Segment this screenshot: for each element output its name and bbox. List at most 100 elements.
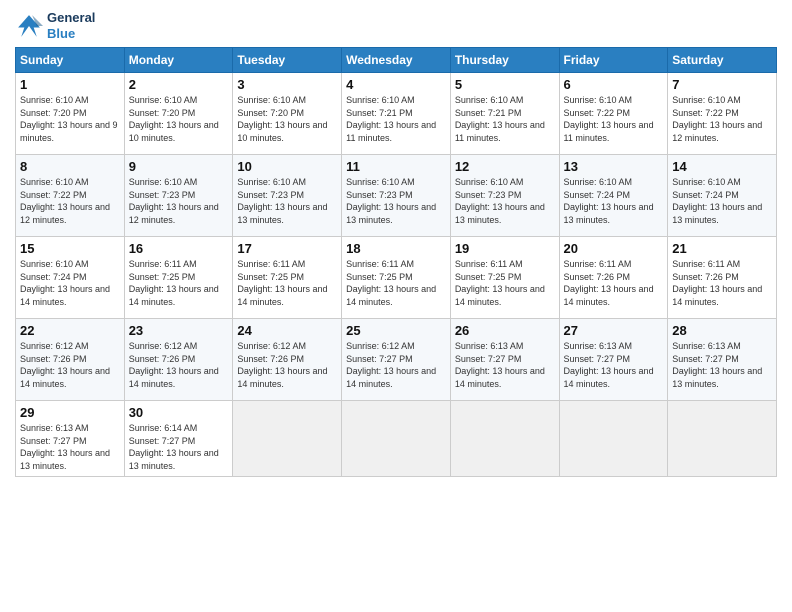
day-number: 27 bbox=[564, 323, 664, 338]
day-detail: Sunrise: 6:10 AMSunset: 7:24 PMDaylight:… bbox=[564, 176, 664, 226]
day-detail: Sunrise: 6:10 AMSunset: 7:21 PMDaylight:… bbox=[455, 94, 555, 144]
calendar-cell: 8 Sunrise: 6:10 AMSunset: 7:22 PMDaylight… bbox=[16, 155, 125, 237]
calendar-cell: 28 Sunrise: 6:13 AMSunset: 7:27 PMDayligh… bbox=[668, 319, 777, 401]
logo-icon bbox=[15, 12, 43, 40]
calendar-cell: 1 Sunrise: 6:10 AMSunset: 7:20 PMDaylight… bbox=[16, 73, 125, 155]
day-number: 9 bbox=[129, 159, 229, 174]
day-number: 19 bbox=[455, 241, 555, 256]
day-detail: Sunrise: 6:10 AMSunset: 7:23 PMDaylight:… bbox=[129, 176, 229, 226]
day-number: 24 bbox=[237, 323, 337, 338]
calendar-cell: 3 Sunrise: 6:10 AMSunset: 7:20 PMDaylight… bbox=[233, 73, 342, 155]
day-number: 11 bbox=[346, 159, 446, 174]
day-detail: Sunrise: 6:12 AMSunset: 7:26 PMDaylight:… bbox=[237, 340, 337, 390]
day-detail: Sunrise: 6:10 AMSunset: 7:22 PMDaylight:… bbox=[672, 94, 772, 144]
day-detail: Sunrise: 6:11 AMSunset: 7:26 PMDaylight:… bbox=[564, 258, 664, 308]
logo: General Blue bbox=[15, 10, 95, 41]
day-detail: Sunrise: 6:10 AMSunset: 7:23 PMDaylight:… bbox=[237, 176, 337, 226]
day-number: 5 bbox=[455, 77, 555, 92]
calendar-cell: 9 Sunrise: 6:10 AMSunset: 7:23 PMDaylight… bbox=[124, 155, 233, 237]
day-detail: Sunrise: 6:10 AMSunset: 7:23 PMDaylight:… bbox=[455, 176, 555, 226]
week-row-2: 8 Sunrise: 6:10 AMSunset: 7:22 PMDaylight… bbox=[16, 155, 777, 237]
day-number: 22 bbox=[20, 323, 120, 338]
calendar-cell: 6Sunrise: 6:10 AMSunset: 7:22 PMDaylight… bbox=[559, 73, 668, 155]
day-number: 4 bbox=[346, 77, 446, 92]
day-detail: Sunrise: 6:13 AMSunset: 7:27 PMDaylight:… bbox=[455, 340, 555, 390]
day-detail: Sunrise: 6:13 AMSunset: 7:27 PMDaylight:… bbox=[20, 422, 120, 472]
col-header-saturday: Saturday bbox=[668, 48, 777, 73]
day-detail: Sunrise: 6:10 AMSunset: 7:24 PMDaylight:… bbox=[20, 258, 120, 308]
calendar-cell: 24 Sunrise: 6:12 AMSunset: 7:26 PMDayligh… bbox=[233, 319, 342, 401]
calendar-cell: 17Sunrise: 6:11 AMSunset: 7:25 PMDayligh… bbox=[233, 237, 342, 319]
week-row-5: 29 Sunrise: 6:13 AMSunset: 7:27 PMDayligh… bbox=[16, 401, 777, 476]
calendar-cell: 13Sunrise: 6:10 AMSunset: 7:24 PMDayligh… bbox=[559, 155, 668, 237]
calendar-cell: 19 Sunrise: 6:11 AMSunset: 7:25 PMDayligh… bbox=[450, 237, 559, 319]
day-detail: Sunrise: 6:10 AMSunset: 7:22 PMDaylight:… bbox=[564, 94, 664, 144]
calendar-cell: 20 Sunrise: 6:11 AMSunset: 7:26 PMDayligh… bbox=[559, 237, 668, 319]
page: General Blue SundayMondayTuesdayWednesda… bbox=[0, 0, 792, 612]
day-number: 29 bbox=[20, 405, 120, 420]
calendar-cell bbox=[233, 401, 342, 476]
day-number: 21 bbox=[672, 241, 772, 256]
calendar-cell: 14Sunrise: 6:10 AMSunset: 7:24 PMDayligh… bbox=[668, 155, 777, 237]
day-detail: Sunrise: 6:10 AMSunset: 7:24 PMDaylight:… bbox=[672, 176, 772, 226]
day-detail: Sunrise: 6:10 AMSunset: 7:22 PMDaylight:… bbox=[20, 176, 120, 226]
day-detail: Sunrise: 6:11 AMSunset: 7:25 PMDaylight:… bbox=[455, 258, 555, 308]
day-number: 10 bbox=[237, 159, 337, 174]
day-number: 8 bbox=[20, 159, 120, 174]
calendar-cell: 12 Sunrise: 6:10 AMSunset: 7:23 PMDayligh… bbox=[450, 155, 559, 237]
calendar-cell: 11 Sunrise: 6:10 AMSunset: 7:23 PMDayligh… bbox=[342, 155, 451, 237]
day-number: 28 bbox=[672, 323, 772, 338]
day-number: 7 bbox=[672, 77, 772, 92]
day-detail: Sunrise: 6:10 AMSunset: 7:21 PMDaylight:… bbox=[346, 94, 446, 144]
calendar-cell: 7 Sunrise: 6:10 AMSunset: 7:22 PMDaylight… bbox=[668, 73, 777, 155]
day-number: 18 bbox=[346, 241, 446, 256]
day-detail: Sunrise: 6:12 AMSunset: 7:26 PMDaylight:… bbox=[129, 340, 229, 390]
day-number: 2 bbox=[129, 77, 229, 92]
calendar-cell: 21 Sunrise: 6:11 AMSunset: 7:26 PMDayligh… bbox=[668, 237, 777, 319]
calendar-cell: 4 Sunrise: 6:10 AMSunset: 7:21 PMDaylight… bbox=[342, 73, 451, 155]
calendar-cell: 22 Sunrise: 6:12 AMSunset: 7:26 PMDayligh… bbox=[16, 319, 125, 401]
day-detail: Sunrise: 6:10 AMSunset: 7:20 PMDaylight:… bbox=[237, 94, 337, 144]
day-detail: Sunrise: 6:13 AMSunset: 7:27 PMDaylight:… bbox=[672, 340, 772, 390]
calendar-cell: 10 Sunrise: 6:10 AMSunset: 7:23 PMDayligh… bbox=[233, 155, 342, 237]
day-detail: Sunrise: 6:11 AMSunset: 7:26 PMDaylight:… bbox=[672, 258, 772, 308]
day-number: 23 bbox=[129, 323, 229, 338]
calendar-cell bbox=[668, 401, 777, 476]
col-header-monday: Monday bbox=[124, 48, 233, 73]
week-row-3: 15 Sunrise: 6:10 AMSunset: 7:24 PMDayligh… bbox=[16, 237, 777, 319]
calendar-cell: 16 Sunrise: 6:11 AMSunset: 7:25 PMDayligh… bbox=[124, 237, 233, 319]
day-detail: Sunrise: 6:12 AMSunset: 7:26 PMDaylight:… bbox=[20, 340, 120, 390]
header-row: SundayMondayTuesdayWednesdayThursdayFrid… bbox=[16, 48, 777, 73]
day-number: 17 bbox=[237, 241, 337, 256]
day-detail: Sunrise: 6:10 AMSunset: 7:23 PMDaylight:… bbox=[346, 176, 446, 226]
day-number: 12 bbox=[455, 159, 555, 174]
day-detail: Sunrise: 6:13 AMSunset: 7:27 PMDaylight:… bbox=[564, 340, 664, 390]
day-detail: Sunrise: 6:10 AMSunset: 7:20 PMDaylight:… bbox=[20, 94, 120, 144]
day-number: 3 bbox=[237, 77, 337, 92]
calendar: SundayMondayTuesdayWednesdayThursdayFrid… bbox=[15, 47, 777, 476]
week-row-1: 1 Sunrise: 6:10 AMSunset: 7:20 PMDaylight… bbox=[16, 73, 777, 155]
day-number: 16 bbox=[129, 241, 229, 256]
calendar-cell: 15 Sunrise: 6:10 AMSunset: 7:24 PMDayligh… bbox=[16, 237, 125, 319]
day-detail: Sunrise: 6:10 AMSunset: 7:20 PMDaylight:… bbox=[129, 94, 229, 144]
col-header-sunday: Sunday bbox=[16, 48, 125, 73]
day-detail: Sunrise: 6:12 AMSunset: 7:27 PMDaylight:… bbox=[346, 340, 446, 390]
calendar-cell bbox=[342, 401, 451, 476]
day-number: 20 bbox=[564, 241, 664, 256]
day-detail: Sunrise: 6:11 AMSunset: 7:25 PMDaylight:… bbox=[346, 258, 446, 308]
calendar-cell bbox=[450, 401, 559, 476]
day-number: 15 bbox=[20, 241, 120, 256]
day-detail: Sunrise: 6:11 AMSunset: 7:25 PMDaylight:… bbox=[129, 258, 229, 308]
day-number: 26 bbox=[455, 323, 555, 338]
calendar-cell: 29 Sunrise: 6:13 AMSunset: 7:27 PMDayligh… bbox=[16, 401, 125, 476]
day-number: 1 bbox=[20, 77, 120, 92]
calendar-cell: 25Sunrise: 6:12 AMSunset: 7:27 PMDayligh… bbox=[342, 319, 451, 401]
header: General Blue bbox=[15, 10, 777, 41]
col-header-tuesday: Tuesday bbox=[233, 48, 342, 73]
col-header-thursday: Thursday bbox=[450, 48, 559, 73]
calendar-cell bbox=[559, 401, 668, 476]
calendar-cell: 26 Sunrise: 6:13 AMSunset: 7:27 PMDayligh… bbox=[450, 319, 559, 401]
week-row-4: 22 Sunrise: 6:12 AMSunset: 7:26 PMDayligh… bbox=[16, 319, 777, 401]
calendar-cell: 18 Sunrise: 6:11 AMSunset: 7:25 PMDayligh… bbox=[342, 237, 451, 319]
calendar-cell: 27 Sunrise: 6:13 AMSunset: 7:27 PMDayligh… bbox=[559, 319, 668, 401]
